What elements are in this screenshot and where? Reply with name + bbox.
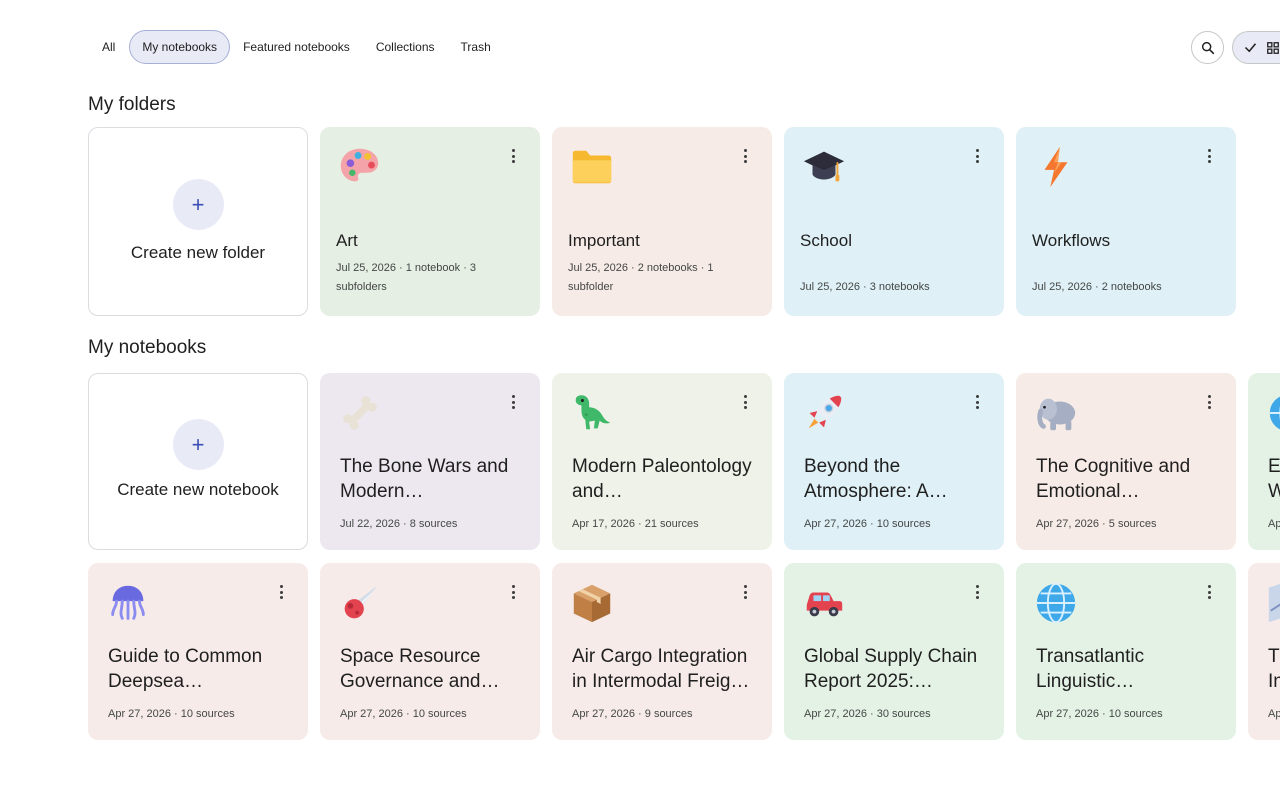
folder-card-important[interactable]: Important Jul 25, 2026 · 2 notebooks · 1… (552, 127, 772, 316)
notebook-filter-tabs: All My notebooks Featured notebooks Coll… (88, 30, 504, 64)
notebook-menu-button[interactable] (976, 585, 980, 599)
notebook-card[interactable]: Global Supply Chain Report 2025:… Apr 27… (784, 563, 1004, 740)
notebook-meta: Jul 22, 2026 · 8 sources (340, 518, 458, 530)
package-icon (568, 579, 616, 627)
folder-title: Important (568, 231, 640, 250)
notebook-meta: Apr 17, 2026 · 21 sources (572, 518, 699, 530)
notebook-title: The Bone Wars and Modern… (340, 456, 509, 502)
lightning-icon (1032, 143, 1080, 191)
notebook-card[interactable]: Th In Ap (1248, 563, 1280, 740)
notebook-menu-button[interactable] (976, 395, 980, 409)
check-icon (1244, 43, 1257, 53)
folder-menu-button[interactable] (976, 149, 980, 163)
notebook-title: Beyond the Atmosphere: A… (804, 456, 948, 502)
grid-icon (1267, 41, 1279, 54)
car-icon (800, 579, 848, 627)
folder-meta: Jul 25, 2026 · 2 notebooks · 1 subfolder (568, 262, 714, 293)
notebook-card[interactable]: Air Cargo Integration in Intermodal Frei… (552, 563, 772, 740)
folder-title: Workflows (1032, 231, 1111, 250)
notebook-card[interactable]: The Cognitive and Emotional… Apr 27, 202… (1016, 373, 1236, 550)
grid-view-toggle[interactable] (1232, 31, 1280, 64)
notebook-meta: Apr 27, 2026 · 10 sources (1036, 708, 1163, 720)
notebook-title: Modern Paleontology and… (572, 456, 752, 502)
folder-card-workflows[interactable]: Workflows Jul 25, 2026 · 2 notebooks (1016, 127, 1236, 316)
folder-card-school[interactable]: School Jul 25, 2026 · 3 notebooks (784, 127, 1004, 316)
folder-title: Art (336, 231, 358, 250)
folder-meta: Jul 25, 2026 · 1 notebook · 3 subfolders (336, 262, 477, 293)
tab-all[interactable]: All (88, 30, 129, 64)
create-folder-label: Create new folder (130, 243, 266, 262)
notebook-meta: Apr 27, 2026 · 10 sources (804, 518, 931, 530)
notebook-card[interactable]: Transatlantic Linguistic… Apr 27, 2026 ·… (1016, 563, 1236, 740)
folder-meta: Jul 25, 2026 · 2 notebooks (1032, 281, 1162, 293)
notebook-card[interactable]: Guide to Common Deepsea… Apr 27, 2026 · … (88, 563, 308, 740)
notebook-meta: Apr 27, 2026 · 9 sources (572, 708, 693, 720)
notebook-menu-button[interactable] (512, 585, 516, 599)
tab-collections[interactable]: Collections (363, 30, 448, 64)
notebook-title: Global Supply Chain Report 2025:… (804, 646, 978, 692)
notebook-card[interactable]: The Bone Wars and Modern… Jul 22, 2026 ·… (320, 373, 540, 550)
plus-icon: + (172, 179, 224, 230)
notebook-title: Air Cargo Integration in Intermodal Frei… (572, 646, 750, 692)
create-notebook-label: Create new notebook (117, 480, 279, 499)
create-folder-card[interactable]: + Create new folder (88, 127, 308, 316)
tab-my-notebooks[interactable]: My notebooks (129, 30, 231, 64)
folder-menu-button[interactable] (512, 149, 516, 163)
notebook-menu-button[interactable] (1208, 585, 1212, 599)
create-notebook-card[interactable]: + Create new notebook (88, 373, 308, 550)
notebook-menu-button[interactable] (744, 585, 748, 599)
tab-trash[interactable]: Trash (448, 30, 504, 64)
notebook-meta: Ap (1268, 518, 1280, 530)
notebook-title: Guide to Common Deepsea… (108, 646, 263, 692)
plus-icon: + (172, 419, 224, 470)
rocket-icon (800, 389, 848, 437)
notebook-title: Th In (1268, 646, 1280, 692)
jellyfish-icon (104, 579, 152, 627)
search-button[interactable] (1191, 31, 1224, 64)
globe-icon (1032, 579, 1080, 627)
notebook-card[interactable]: Space Resource Governance and… Apr 27, 2… (320, 563, 540, 740)
palette-icon (336, 143, 384, 191)
notebook-meta: Apr 27, 2026 · 5 sources (1036, 518, 1157, 530)
comet-icon (336, 579, 384, 627)
notebooks-section-title: My notebooks (88, 337, 207, 358)
toolbar-right (1191, 31, 1280, 64)
notebook-card[interactable]: Beyond the Atmosphere: A… Apr 27, 2026 ·… (784, 373, 1004, 550)
notebook-title: Space Resource Governance and… (340, 646, 500, 692)
elephant-icon (1032, 389, 1080, 437)
folder-meta: Jul 25, 2026 · 3 notebooks (800, 281, 930, 293)
folder-card-art[interactable]: Art Jul 25, 2026 · 1 notebook · 3 subfol… (320, 127, 540, 316)
notebook-meta: Apr 27, 2026 · 30 sources (804, 708, 931, 720)
folders-section-title: My folders (88, 94, 176, 115)
notebook-menu-button[interactable] (1208, 395, 1212, 409)
folder-menu-button[interactable] (744, 149, 748, 163)
notebook-menu-button[interactable] (280, 585, 284, 599)
notebook-title: Ev W (1268, 456, 1280, 502)
folder-title: School (800, 231, 852, 250)
notebook-title: The Cognitive and Emotional… (1036, 456, 1191, 502)
notebook-menu-button[interactable] (744, 395, 748, 409)
notebook-card[interactable]: Modern Paleontology and… Apr 17, 2026 · … (552, 373, 772, 550)
notebook-meta: Ap (1268, 708, 1280, 720)
tab-featured-notebooks[interactable]: Featured notebooks (230, 30, 363, 64)
notebook-card[interactable]: Ev W Ap (1248, 373, 1280, 550)
globe-icon (1264, 389, 1280, 437)
bone-icon (336, 389, 384, 437)
notebook-meta: Apr 27, 2026 · 10 sources (340, 708, 467, 720)
notebook-title: Transatlantic Linguistic… (1036, 646, 1145, 692)
folder-icon (568, 143, 616, 191)
search-icon (1201, 41, 1214, 54)
notebook-menu-button[interactable] (512, 395, 516, 409)
notebook-meta: Apr 27, 2026 · 10 sources (108, 708, 235, 720)
folder-menu-button[interactable] (1208, 149, 1212, 163)
map-icon (1264, 579, 1280, 627)
graduation-cap-icon (800, 143, 848, 191)
dinosaur-icon (568, 389, 616, 437)
